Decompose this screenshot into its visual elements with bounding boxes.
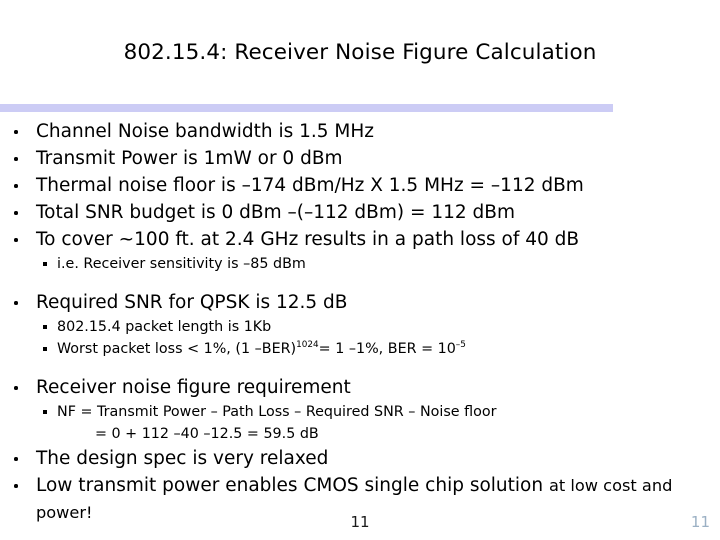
list-item: Thermal noise floor is –174 dBm/Hz X 1.5… — [0, 172, 720, 199]
bullet-text: Total SNR budget is 0 dBm –(–112 dBm) = … — [36, 202, 516, 223]
bullet-square-icon — [43, 262, 47, 266]
list-item: To cover ~100 ft. at 2.4 GHz results in … — [0, 226, 720, 253]
sub-list-item: Worst packet loss < 1%, (1 –BER)1024= 1 … — [0, 338, 720, 360]
page-number-center: 11 — [350, 513, 370, 531]
sub-bullet-text-mid: = 1 –1%, BER = 10 — [318, 341, 456, 357]
list-item: Receiver noise figure requirement — [0, 374, 720, 401]
list-item: Required SNR for QPSK is 12.5 dB — [0, 289, 720, 316]
title-divider-bar — [0, 104, 613, 112]
sub-bullet-text: i.e. Receiver sensitivity is –85 dBm — [57, 256, 306, 272]
sub-bullet-list: i.e. Receiver sensitivity is –85 dBm — [0, 253, 720, 275]
page-number-right: 11 — [690, 513, 710, 531]
bullet-list: Channel Noise bandwidth is 1.5 MHz Trans… — [0, 118, 720, 526]
bullet-dot-icon — [14, 386, 18, 390]
bullet-text: To cover ~100 ft. at 2.4 GHz results in … — [36, 229, 580, 250]
sub-bullet-text: NF = Transmit Power – Path Loss – Requir… — [57, 404, 497, 420]
list-item: Total SNR budget is 0 dBm –(–112 dBm) = … — [0, 199, 720, 226]
list-item: Channel Noise bandwidth is 1.5 MHz — [0, 118, 720, 145]
sub-list-item: i.e. Receiver sensitivity is –85 dBm — [0, 253, 720, 275]
bullet-text: The design spec is very relaxed — [36, 448, 329, 469]
sub-bullet-list: 802.15.4 packet length is 1Kb Worst pack… — [0, 316, 720, 360]
bullet-dot-icon — [14, 184, 18, 188]
exponent-1024: 1024 — [296, 340, 319, 351]
bullet-dot-icon — [14, 157, 18, 161]
sub-list-item-continuation: = 0 + 112 –40 –12.5 = 59.5 dB — [0, 423, 720, 445]
bullet-dot-icon — [14, 484, 18, 488]
list-item: The design spec is very relaxed — [0, 445, 720, 472]
sub-list-item: 802.15.4 packet length is 1Kb — [0, 316, 720, 338]
sub-bullet-text-pre: Worst packet loss < 1%, (1 –BER) — [57, 341, 297, 357]
bullet-square-icon — [43, 410, 47, 414]
page-title: 802.15.4: Receiver Noise Figure Calculat… — [123, 40, 597, 65]
bullet-text: Receiver noise figure requirement — [36, 377, 351, 398]
bullet-text: Channel Noise bandwidth is 1.5 MHz — [36, 121, 374, 142]
sub-bullet-list: NF = Transmit Power – Path Loss – Requir… — [0, 401, 720, 445]
bullet-square-icon — [43, 347, 47, 351]
list-item: Transmit Power is 1mW or 0 dBm — [0, 145, 720, 172]
bullet-text: Transmit Power is 1mW or 0 dBm — [36, 148, 343, 169]
bullet-square-icon — [43, 325, 47, 329]
bullet-dot-icon — [14, 457, 18, 461]
sub-bullet-text: 802.15.4 packet length is 1Kb — [57, 319, 272, 335]
exponent-minus-5: –5 — [455, 340, 466, 351]
bullet-text: Thermal noise floor is –174 dBm/Hz X 1.5… — [36, 175, 584, 196]
sub-list-item: NF = Transmit Power – Path Loss – Requir… — [0, 401, 720, 423]
bullet-text: Required SNR for QPSK is 12.5 dB — [36, 292, 348, 313]
bullet-dot-icon — [14, 301, 18, 305]
bullet-dot-icon — [14, 130, 18, 134]
bullet-text: Low transmit power enables CMOS single c… — [36, 475, 549, 496]
bullet-dot-icon — [14, 238, 18, 242]
bullet-dot-icon — [14, 211, 18, 215]
slide-body: Channel Noise bandwidth is 1.5 MHz Trans… — [0, 118, 720, 526]
sub-bullet-text: = 0 + 112 –40 –12.5 = 59.5 dB — [95, 426, 319, 442]
